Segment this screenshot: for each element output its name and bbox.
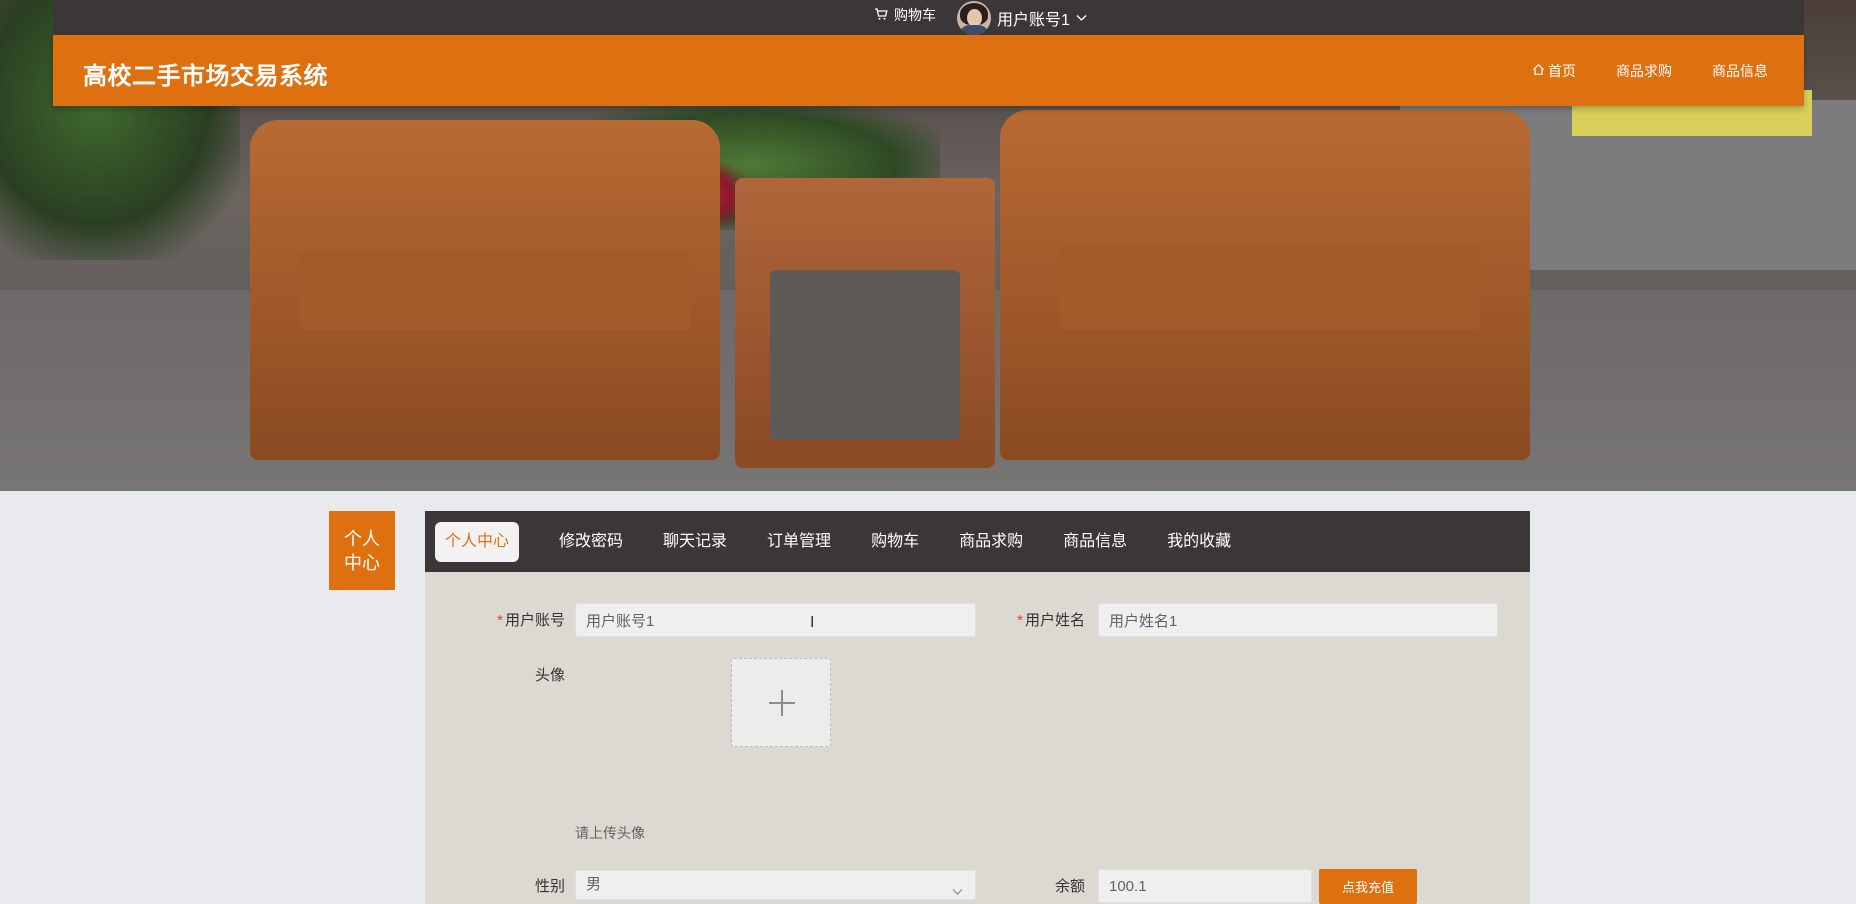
- tab-bar: 个人中心 修改密码 聊天记录 订单管理 购物车 商品求购 商品信息 我的收藏: [425, 511, 1530, 572]
- gender-value: 男: [586, 876, 602, 893]
- nav-product-info-label: 商品信息: [1712, 63, 1768, 79]
- tab-cart[interactable]: 购物车: [851, 522, 939, 562]
- side-tag-line2: 中心: [344, 553, 380, 573]
- nav-purchase-request-label: 商品求购: [1616, 63, 1672, 79]
- balance-input[interactable]: [1098, 869, 1312, 903]
- cart-icon: [874, 7, 888, 24]
- tab-chat-history[interactable]: 聊天记录: [643, 522, 747, 562]
- tab-favorites[interactable]: 我的收藏: [1147, 522, 1251, 562]
- tab-order-management[interactable]: 订单管理: [747, 522, 851, 562]
- chevron-down-icon: [952, 878, 963, 904]
- recharge-button[interactable]: 点我充值: [1319, 869, 1417, 904]
- banner-chair-right-seat: [1060, 245, 1480, 330]
- name-label: * 用户姓名: [1017, 612, 1085, 629]
- tab-personal-center[interactable]: 个人中心: [435, 521, 520, 562]
- text-cursor-icon: I: [810, 614, 815, 631]
- name-label-text: 用户姓名: [1024, 612, 1085, 629]
- avatar: [957, 0, 991, 35]
- balance-label: 余额: [1054, 878, 1085, 895]
- nav-home[interactable]: 首页: [1532, 61, 1576, 81]
- gender-select[interactable]: 男: [575, 870, 976, 900]
- top-user-bar: 购物车 用户账号1: [53, 0, 1804, 35]
- tab-product-info[interactable]: 商品信息: [1043, 522, 1147, 562]
- account-label: * 用户账号: [497, 612, 565, 629]
- cart-label: 购物车: [894, 7, 936, 23]
- main-nav: 首页 商品求购 商品信息: [1532, 61, 1768, 81]
- tab-purchase-request[interactable]: 商品求购: [939, 522, 1043, 562]
- account-input[interactable]: [575, 603, 976, 637]
- gender-label: 性别: [534, 878, 565, 895]
- site-title: 高校二手市场交易系统: [83, 63, 328, 90]
- personal-center-tag: 个人 中心: [329, 511, 395, 590]
- nav-purchase-request[interactable]: 商品求购: [1616, 61, 1672, 81]
- plus-icon-vertical: [781, 690, 783, 716]
- username: 用户账号1: [997, 11, 1070, 29]
- avatar-uploader[interactable]: [731, 658, 831, 747]
- avatar-hint: 请上传头像: [575, 825, 645, 841]
- nav-home-label: 首页: [1548, 63, 1576, 79]
- nav-product-info[interactable]: 商品信息: [1712, 61, 1768, 81]
- user-menu[interactable]: 用户账号1: [957, 0, 1087, 35]
- account-label-text: 用户账号: [504, 612, 565, 629]
- tab-change-password[interactable]: 修改密码: [539, 522, 643, 562]
- home-icon: [1532, 63, 1545, 79]
- name-input[interactable]: [1098, 603, 1498, 637]
- profile-panel: 个人中心 修改密码 聊天记录 订单管理 购物车 商品求购 商品信息 我的收藏 *…: [425, 511, 1530, 904]
- site-header: 高校二手市场交易系统 首页 商品求购 商品信息: [53, 35, 1804, 106]
- avatar-label: 头像: [534, 667, 565, 684]
- chevron-down-icon: [1076, 9, 1087, 27]
- banner-table-gap: [770, 270, 960, 440]
- cart-link[interactable]: 购物车: [874, 5, 936, 25]
- side-tag-line1: 个人: [344, 529, 380, 549]
- banner-chair-left-seat: [300, 250, 690, 330]
